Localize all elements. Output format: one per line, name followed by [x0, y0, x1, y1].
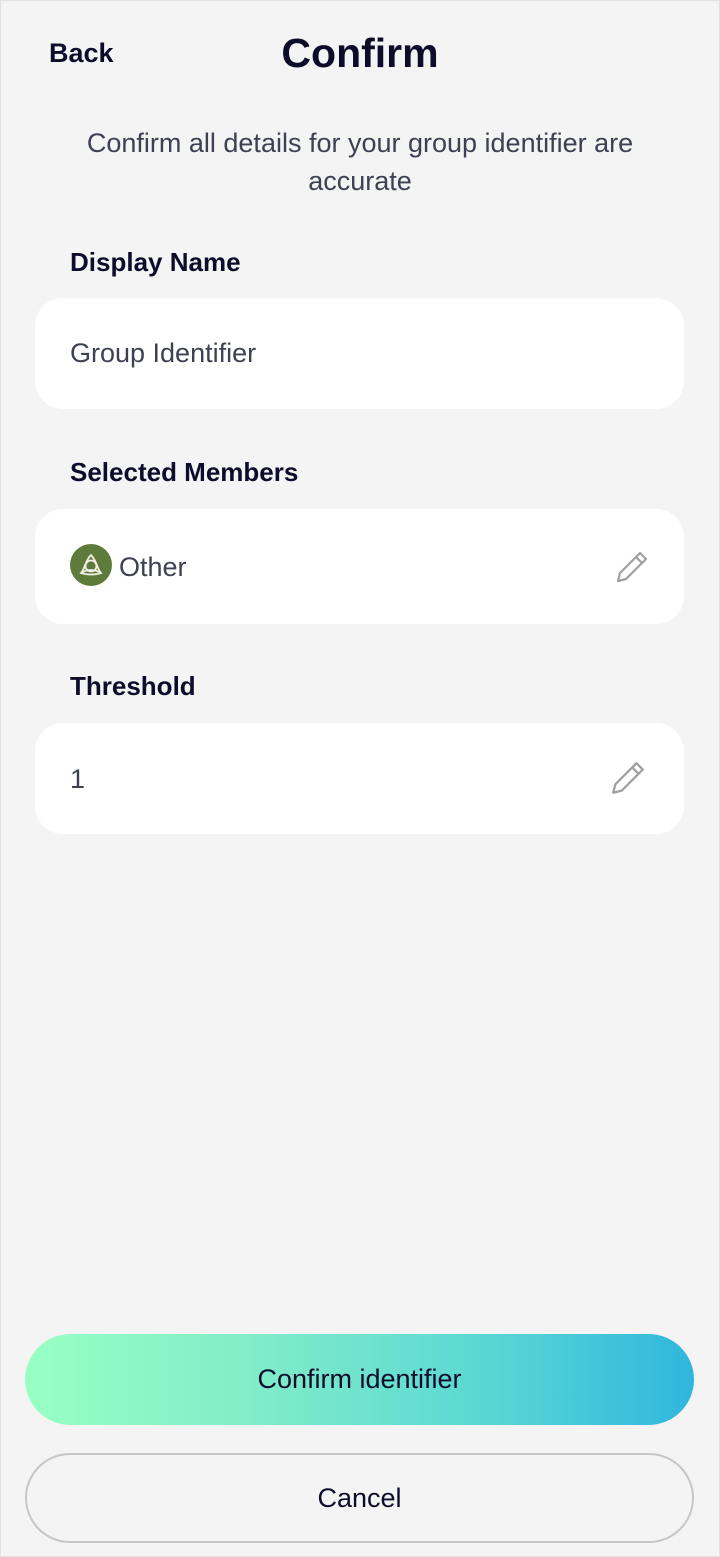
edit-members-pencil-icon[interactable] [614, 549, 650, 585]
threshold-label: Threshold [70, 671, 196, 701]
confirm-identifier-button[interactable]: Confirm identifier [25, 1334, 694, 1425]
selected-members-label: Selected Members [70, 457, 299, 487]
threshold-value: 1 [70, 764, 86, 794]
selected-members-card: Other [35, 509, 684, 624]
edit-threshold-pencil-icon[interactable] [609, 759, 645, 795]
page-subtitle: Confirm all details for your group ident… [86, 128, 634, 196]
cancel-label: Cancel [317, 1482, 402, 1513]
threshold-card: 1 [35, 723, 684, 834]
display-name-value: Group Identifier [70, 338, 257, 368]
member-name: Other [119, 552, 187, 582]
page-title: Confirm [281, 30, 439, 76]
display-name-field[interactable]: Group Identifier [35, 298, 684, 409]
cancel-button[interactable]: Cancel [25, 1453, 694, 1543]
triquetra-icon [79, 553, 103, 576]
display-name-label: Display Name [70, 247, 241, 277]
member-avatar [70, 544, 112, 586]
confirm-identifier-label: Confirm identifier [257, 1364, 462, 1394]
